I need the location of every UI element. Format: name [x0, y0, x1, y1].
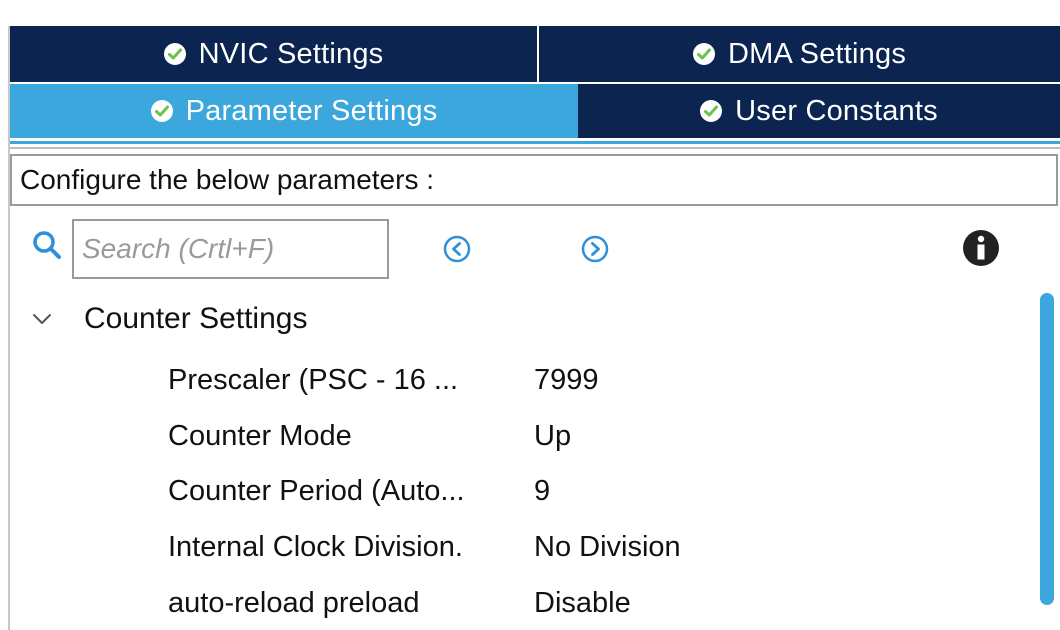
tab-label: NVIC Settings — [198, 37, 384, 70]
info-icon[interactable] — [962, 229, 1000, 267]
tab-dma-settings[interactable]: DMA Settings — [539, 26, 1060, 82]
param-row-prescaler[interactable]: Prescaler (PSC - 16 ... 7999 — [0, 354, 1030, 410]
chevron-right-circle-icon[interactable] — [580, 234, 610, 264]
tab-parameter-settings[interactable]: Parameter Settings — [10, 84, 578, 138]
param-row-counter-period[interactable]: Counter Period (Auto... 9 — [0, 465, 1030, 521]
check-circle-icon — [692, 43, 715, 65]
search-input[interactable] — [72, 219, 389, 279]
tab-user-constants[interactable]: User Constants — [578, 84, 1060, 138]
param-value[interactable]: 7999 — [534, 364, 599, 397]
configure-label: Configure the below parameters : — [20, 164, 434, 195]
param-value[interactable]: 9 — [534, 475, 550, 508]
tab-label: User Constants — [735, 94, 938, 127]
tab-nvic-settings[interactable]: NVIC Settings — [10, 26, 537, 82]
tab-underline — [10, 141, 1060, 144]
param-name: Counter Mode — [168, 420, 352, 452]
vertical-scrollbar[interactable] — [1040, 293, 1054, 605]
chevron-left-circle-icon[interactable] — [442, 234, 472, 264]
check-circle-icon — [163, 43, 186, 65]
tab-underline-shadow — [10, 147, 1060, 149]
tab-label: DMA Settings — [727, 37, 907, 70]
param-row-auto-reload-preload[interactable]: auto-reload preload Disable — [0, 577, 1030, 630]
group-label-counter-settings[interactable]: Counter Settings — [84, 302, 307, 336]
param-value[interactable]: Up — [534, 420, 571, 453]
param-value[interactable]: Disable — [534, 587, 631, 620]
param-value[interactable]: No Division — [534, 531, 681, 564]
ip-configuration-panel: NVIC Settings DMA Settings Parameter Set… — [0, 0, 1060, 630]
search-icon[interactable] — [30, 228, 66, 264]
param-name: Counter Period (Auto... — [168, 475, 465, 507]
check-circle-icon — [150, 100, 173, 122]
check-circle-icon — [700, 100, 723, 122]
param-row-counter-mode[interactable]: Counter Mode Up — [0, 410, 1030, 466]
tab-label: Parameter Settings — [185, 94, 438, 127]
param-row-internal-clock-division[interactable]: Internal Clock Division. No Division — [0, 521, 1030, 577]
configure-parameters-header: Configure the below parameters : — [10, 154, 1058, 206]
param-name: auto-reload preload — [168, 587, 420, 619]
chevron-down-icon[interactable] — [32, 312, 52, 326]
param-name: Internal Clock Division. — [168, 531, 463, 563]
param-name: Prescaler (PSC - 16 ... — [168, 364, 459, 396]
